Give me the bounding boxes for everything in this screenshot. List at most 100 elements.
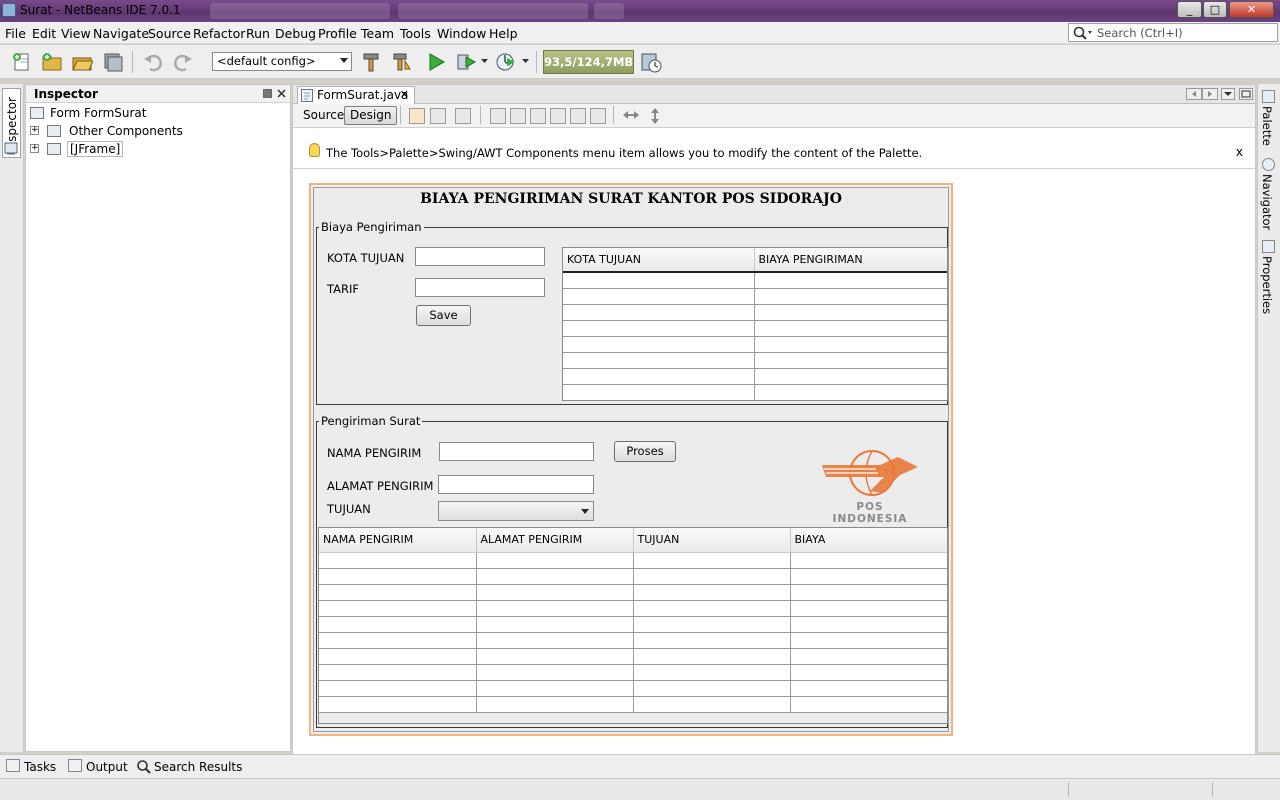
- maximize-button[interactable]: □: [1203, 1, 1227, 18]
- kota-tujuan-field[interactable]: [415, 247, 545, 266]
- toolbar-separator: [132, 51, 133, 73]
- close-window-button[interactable]: ✕: [1229, 1, 1274, 18]
- biaya-table[interactable]: KOTA TUJUAN BIAYA PENGIRIMAN: [563, 248, 947, 400]
- close-hint-button[interactable]: x: [1236, 145, 1243, 159]
- change-vertical-resizability-icon[interactable]: [649, 107, 661, 125]
- build-hammer-icon[interactable]: [360, 51, 382, 73]
- open-project-icon[interactable]: [71, 51, 93, 73]
- profile-project-icon[interactable]: [495, 51, 517, 73]
- table-row[interactable]: [563, 352, 947, 369]
- jframe-form[interactable]: BIAYA PENGIRIMAN SURAT KANTOR POS SIDORA…: [309, 183, 953, 736]
- table-row[interactable]: [319, 568, 947, 585]
- preview-design-icon[interactable]: [455, 108, 471, 124]
- table-row[interactable]: [563, 384, 947, 400]
- menu-team[interactable]: Team: [361, 26, 394, 41]
- minimize-button[interactable]: _: [1177, 1, 1202, 18]
- new-project-icon[interactable]: [41, 51, 63, 73]
- menu-view[interactable]: View: [61, 26, 91, 41]
- menu-window[interactable]: Window: [437, 26, 486, 41]
- tab-scroll-arrows-icon[interactable]: [1186, 88, 1218, 100]
- close-tab-icon[interactable]: ✕: [400, 88, 409, 101]
- tarif-field[interactable]: [415, 278, 545, 297]
- search-results-tab[interactable]: Search Results: [154, 760, 242, 774]
- align-top-icon[interactable]: [550, 108, 566, 124]
- run-project-icon[interactable]: [425, 51, 447, 73]
- menu-edit[interactable]: Edit: [32, 26, 56, 41]
- alamat-pengirim-field[interactable]: [438, 475, 594, 494]
- table-row[interactable]: [319, 696, 947, 713]
- table-row[interactable]: [319, 664, 947, 681]
- save-all-icon[interactable]: [102, 51, 124, 73]
- biaya-table-scroll[interactable]: KOTA TUJUAN BIAYA PENGIRIMAN: [562, 247, 948, 401]
- table-row[interactable]: [563, 368, 947, 385]
- debug-project-icon[interactable]: [455, 51, 477, 73]
- table-row[interactable]: [319, 584, 947, 601]
- menu-file[interactable]: File: [5, 26, 26, 41]
- clean-build-icon[interactable]: [391, 51, 413, 73]
- undo-icon[interactable]: [142, 51, 164, 73]
- pengiriman-table-scroll[interactable]: NAMA PENGIRIM ALAMAT PENGIRIM TUJUAN BIA…: [318, 527, 948, 724]
- selection-mode-icon[interactable]: [409, 108, 425, 124]
- menu-debug[interactable]: Debug: [275, 26, 316, 41]
- redo-icon[interactable]: [172, 51, 194, 73]
- column-header-biaya[interactable]: BIAYA: [790, 528, 947, 553]
- table-row[interactable]: [563, 336, 947, 353]
- column-header-alamat-pengirim[interactable]: ALAMAT PENGIRIM: [476, 528, 634, 553]
- table-row[interactable]: [563, 304, 947, 321]
- table-row[interactable]: [563, 271, 947, 289]
- table-row[interactable]: [563, 288, 947, 305]
- column-header-biaya-pengiriman[interactable]: BIAYA PENGIRIMAN: [754, 248, 947, 273]
- close-panel-icon[interactable]: [277, 89, 286, 98]
- proses-button[interactable]: Proses: [614, 441, 676, 462]
- chevron-down-icon[interactable]: [481, 59, 488, 64]
- palette-side-tab[interactable]: Palette: [1260, 106, 1274, 146]
- menu-refactor[interactable]: Refactor: [193, 26, 245, 41]
- menu-profile[interactable]: Profile: [318, 26, 357, 41]
- table-row[interactable]: [319, 616, 947, 633]
- maximize-window-icon[interactable]: [1239, 88, 1253, 100]
- properties-side-tab[interactable]: Properties: [1260, 256, 1274, 314]
- table-row[interactable]: [319, 600, 947, 617]
- menu-run[interactable]: Run: [246, 26, 270, 41]
- expand-icon[interactable]: +: [30, 126, 39, 135]
- menu-tools[interactable]: Tools: [400, 26, 431, 41]
- align-left-icon[interactable]: [490, 108, 506, 124]
- menu-navigate[interactable]: Navigate: [93, 26, 149, 41]
- table-row[interactable]: [319, 648, 947, 665]
- navigator-side-tab[interactable]: Navigator: [1260, 174, 1274, 230]
- expand-icon[interactable]: +: [30, 144, 39, 153]
- connection-mode-icon[interactable]: [430, 108, 446, 124]
- new-file-icon[interactable]: [11, 51, 33, 73]
- align-right-icon[interactable]: [510, 108, 526, 124]
- editor-tab-formsurat[interactable]: FormSurat.java ✕: [297, 86, 415, 104]
- center-horizontally-icon[interactable]: [530, 108, 546, 124]
- table-row[interactable]: [563, 320, 947, 337]
- table-row[interactable]: [319, 632, 947, 649]
- memory-usage-indicator[interactable]: 93,5/124,7MB: [543, 50, 634, 74]
- tujuan-combo[interactable]: [438, 501, 594, 521]
- column-header-nama-pengirim[interactable]: NAMA PENGIRIM: [319, 528, 477, 553]
- tasks-tab[interactable]: Tasks: [24, 760, 56, 774]
- menu-help[interactable]: Help: [489, 26, 518, 41]
- output-tab[interactable]: Output: [86, 760, 128, 774]
- center-vertically-icon[interactable]: [590, 108, 606, 124]
- align-bottom-icon[interactable]: [570, 108, 586, 124]
- source-view-button[interactable]: Source: [297, 106, 350, 125]
- design-view-button[interactable]: Design: [344, 106, 398, 125]
- table-row[interactable]: [319, 680, 947, 697]
- menu-source[interactable]: Source: [148, 26, 191, 41]
- column-header-kota-tujuan[interactable]: KOTA TUJUAN: [563, 248, 755, 273]
- garbage-collect-icon[interactable]: [639, 50, 663, 74]
- configuration-combo[interactable]: <default config>: [212, 52, 352, 71]
- search-results-icon: [137, 760, 151, 774]
- search-input[interactable]: Search (Ctrl+I): [1068, 23, 1278, 42]
- nama-pengirim-field[interactable]: [439, 442, 594, 461]
- save-button[interactable]: Save: [416, 305, 471, 326]
- change-horizontal-resizability-icon[interactable]: [622, 109, 640, 121]
- column-header-tujuan[interactable]: TUJUAN: [633, 528, 791, 553]
- pengiriman-table[interactable]: NAMA PENGIRIM ALAMAT PENGIRIM TUJUAN BIA…: [319, 528, 947, 713]
- minimize-panel-icon[interactable]: [263, 89, 272, 98]
- chevron-down-icon[interactable]: [522, 59, 529, 64]
- show-opened-documents-icon[interactable]: [1221, 88, 1235, 100]
- table-row[interactable]: [319, 552, 947, 569]
